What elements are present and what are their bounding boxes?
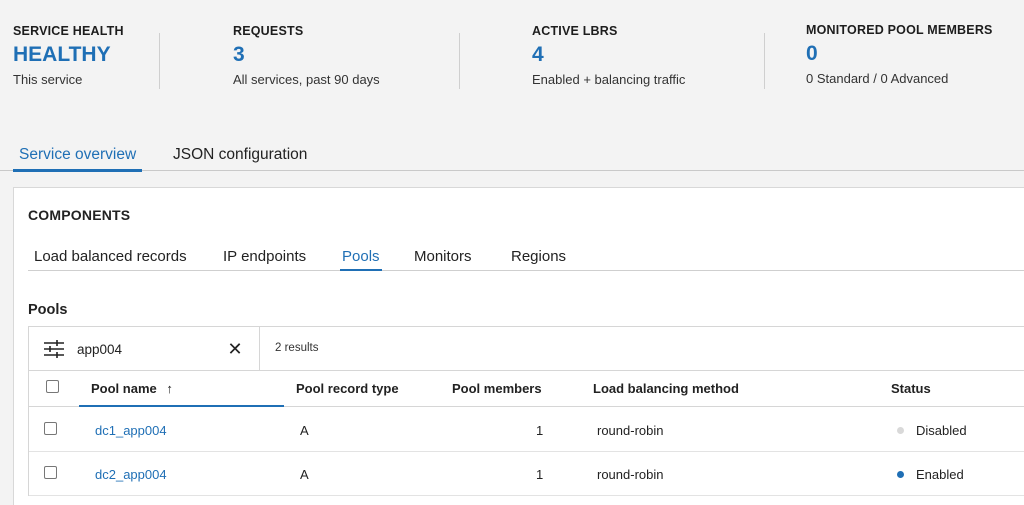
tab-ip-endpoints[interactable]: IP endpoints xyxy=(223,248,306,271)
service-summary: SERVICE HEALTH HEALTHY This service REQU… xyxy=(0,0,1024,120)
divider xyxy=(259,327,260,371)
stat-sub: Enabled + balancing traffic xyxy=(532,72,686,87)
pool-members: 1 xyxy=(536,467,544,482)
divider xyxy=(159,33,160,89)
divider xyxy=(764,33,765,89)
row-checkbox[interactable] xyxy=(44,422,57,435)
status-dot-icon xyxy=(897,427,904,434)
stat-label: SERVICE HEALTH xyxy=(13,24,124,38)
stat-label: ACTIVE LBRS xyxy=(532,24,618,38)
pool-members: 1 xyxy=(536,423,544,438)
stat-sub: This service xyxy=(13,72,83,87)
stat-requests: REQUESTS 3 All services, past 90 days xyxy=(233,24,380,87)
tab-load-balanced-records[interactable]: Load balanced records xyxy=(34,248,187,271)
results-count: 2 results xyxy=(275,342,319,354)
stat-sub: All services, past 90 days xyxy=(233,72,380,87)
page-tabs: Service overview JSON configuration xyxy=(0,143,1024,172)
stat-service-health: SERVICE HEALTH HEALTHY This service xyxy=(13,24,124,87)
table-header: Pool name ↑ Pool record type Pool member… xyxy=(29,371,1024,407)
components-panel: COMPONENTS Load balanced records IP endp… xyxy=(13,187,1024,505)
pool-record-type: A xyxy=(300,467,309,482)
col-pool-name[interactable]: Pool name ↑ xyxy=(91,381,173,396)
stat-label: MONITORED POOL MEMBERS xyxy=(806,23,993,37)
stat-value: HEALTHY xyxy=(13,43,111,66)
sliders-icon[interactable] xyxy=(43,339,65,359)
component-tabs: Load balanced records IP endpoints Pools… xyxy=(28,244,1024,271)
sort-indicator-bar xyxy=(79,405,284,407)
filter-bar: ✕ 2 results xyxy=(29,327,1024,371)
select-all-checkbox[interactable] xyxy=(46,380,59,393)
col-pool-record-type[interactable]: Pool record type xyxy=(296,381,399,396)
load-balancing-method: round-robin xyxy=(597,467,664,482)
pool-name-link[interactable]: dc2_app004 xyxy=(95,467,167,482)
load-balancing-method: round-robin xyxy=(597,423,664,438)
stat-value: 0 xyxy=(806,42,818,65)
tab-pools[interactable]: Pools xyxy=(340,248,382,271)
tab-regions[interactable]: Regions xyxy=(511,248,566,271)
tab-monitors[interactable]: Monitors xyxy=(414,248,472,271)
status-text: Disabled xyxy=(916,423,967,438)
arrow-up-icon: ↑ xyxy=(166,381,173,396)
tab-service-overview[interactable]: Service overview xyxy=(13,146,143,172)
col-status[interactable]: Status xyxy=(891,381,931,396)
pools-title: Pools xyxy=(28,302,68,318)
stat-sub: 0 Standard / 0 Advanced xyxy=(806,71,949,86)
tab-json-configuration[interactable]: JSON configuration xyxy=(173,146,307,172)
stat-monitored-pool-members: MONITORED POOL MEMBERS 0 0 Standard / 0 … xyxy=(806,23,993,86)
col-load-balancing-method[interactable]: Load balancing method xyxy=(593,381,739,396)
stat-value: 4 xyxy=(532,43,544,66)
stat-active-lbrs: ACTIVE LBRS 4 Enabled + balancing traffi… xyxy=(532,24,685,87)
col-pool-members[interactable]: Pool members xyxy=(452,381,542,396)
divider xyxy=(459,33,460,89)
stat-value: 3 xyxy=(233,43,245,66)
row-checkbox[interactable] xyxy=(44,466,57,479)
col-pool-name-label: Pool name xyxy=(91,381,157,396)
close-icon[interactable]: ✕ xyxy=(226,339,244,359)
pool-record-type: A xyxy=(300,423,309,438)
components-title: COMPONENTS xyxy=(28,207,131,223)
pool-name-link[interactable]: dc1_app004 xyxy=(95,423,167,438)
status-text: Enabled xyxy=(916,467,964,482)
search-input[interactable] xyxy=(77,339,227,359)
stat-label: REQUESTS xyxy=(233,24,304,38)
pools-table: ✕ 2 results Pool name ↑ Pool record type… xyxy=(28,326,1024,496)
status-dot-icon xyxy=(897,471,904,478)
table-row[interactable]: dc1_app004 A 1 round-robin Disabled xyxy=(29,408,1024,452)
table-row[interactable]: dc2_app004 A 1 round-robin Enabled xyxy=(29,452,1024,496)
